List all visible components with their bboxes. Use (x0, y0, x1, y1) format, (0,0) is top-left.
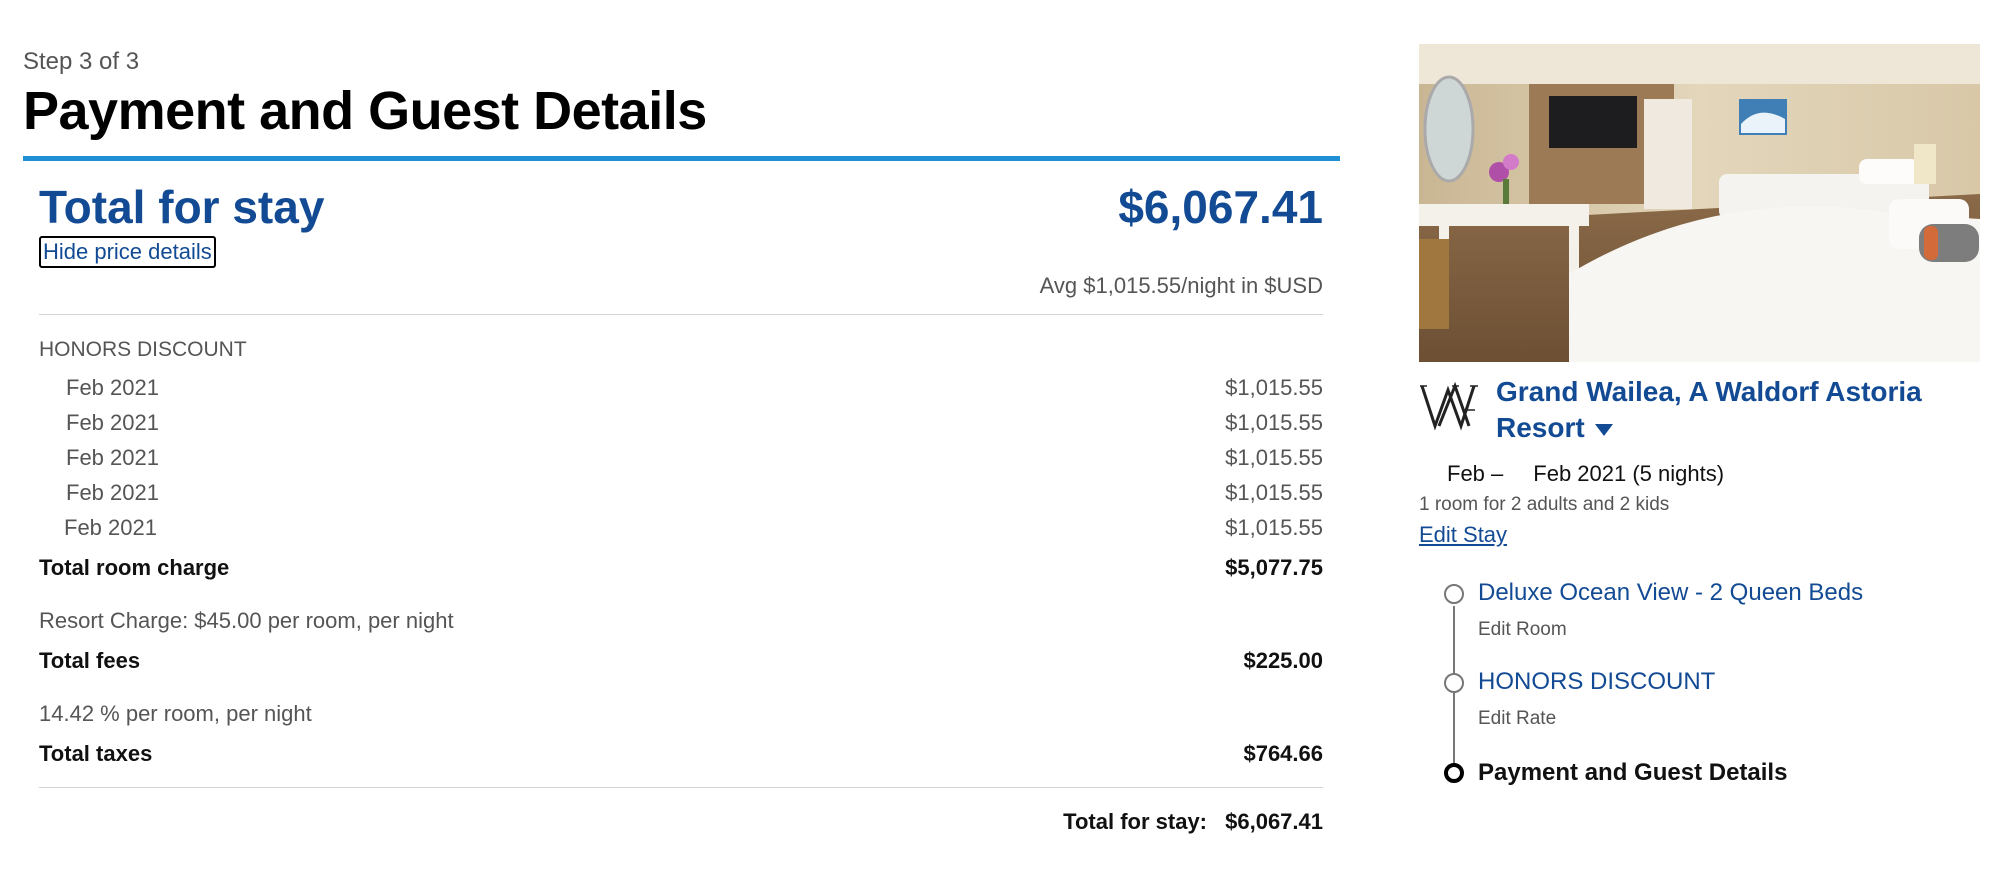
nightly-rate-row: Feb 2021 $1,015.55 (39, 480, 1323, 508)
night-price: $1,015.55 (1225, 515, 1323, 540)
total-for-stay-amount: $6,067.41 (1118, 181, 1323, 233)
stay-dates: Feb – Feb 2021 (5 nights) (1447, 461, 1724, 487)
completed-step-dot-icon (1444, 584, 1464, 604)
divider (39, 314, 1323, 315)
total-room-charge-value: $5,077.75 (1225, 555, 1323, 580)
night-date: Feb 2021 (66, 480, 159, 505)
hotel-room-photo (1419, 44, 1980, 362)
grand-total-label: Total for stay: (1063, 809, 1207, 834)
caret-down-icon[interactable] (1594, 423, 1613, 436)
title-divider (23, 156, 1340, 161)
waldorf-astoria-logo (1419, 380, 1479, 432)
night-date: Feb 2021 (64, 515, 157, 540)
edit-rate-link[interactable]: Edit Rate (1478, 708, 1556, 730)
night-date: Feb 2021 (66, 375, 159, 400)
step-indicator: Step 3 of 3 (23, 48, 140, 75)
resort-charge-note: Resort Charge: $45.00 per room, per nigh… (39, 608, 454, 633)
total-fees-row: Total fees $225.00 (39, 648, 1323, 674)
selected-rate-link[interactable]: HONORS DISCOUNT (1478, 668, 1715, 696)
nightly-rate-row: Feb 2021 $1,015.55 (39, 515, 1323, 543)
night-price: $1,015.55 (1225, 375, 1323, 400)
selected-room-link[interactable]: Deluxe Ocean View - 2 Queen Beds (1478, 579, 1863, 607)
divider (39, 787, 1323, 788)
night-date: Feb 2021 (66, 445, 159, 470)
total-for-stay-heading: Total for stay (39, 181, 325, 233)
total-fees-label: Total fees (39, 648, 141, 673)
rate-plan-name: HONORS DISCOUNT (39, 338, 247, 361)
hotel-name-dropdown[interactable]: Grand Wailea, A Waldorf Astoria Resort (1496, 374, 1976, 446)
stay-date-start: Feb – (1447, 461, 1504, 486)
tax-rate-note: 14.42 % per room, per night (39, 701, 312, 726)
night-date: Feb 2021 (66, 410, 159, 435)
grand-total-row: Total for stay: $6,067.41 (1063, 809, 1323, 835)
hide-price-details-button[interactable]: Hide price details (39, 236, 216, 268)
room-guest-summary: 1 room for 2 adults and 2 kids (1419, 494, 1670, 515)
edit-room-link[interactable]: Edit Room (1478, 619, 1567, 641)
hotel-name[interactable]: Grand Wailea, A Waldorf Astoria Resort (1496, 376, 1922, 443)
nightly-rate-row: Feb 2021 $1,015.55 (39, 410, 1323, 438)
total-room-charge-label: Total room charge (39, 555, 230, 580)
current-step-dot-icon (1444, 763, 1464, 783)
nightly-rate-row: Feb 2021 $1,015.55 (39, 375, 1323, 403)
night-price: $1,015.55 (1225, 410, 1323, 435)
current-step-label: Payment and Guest Details (1478, 759, 1788, 786)
night-price: $1,015.55 (1225, 445, 1323, 470)
grand-total-value: $6,067.41 (1225, 809, 1323, 834)
average-nightly-rate: Avg $1,015.55/night in $USD (1039, 273, 1323, 298)
total-fees-value: $225.00 (1243, 648, 1323, 673)
completed-step-dot-icon (1444, 673, 1464, 693)
total-taxes-value: $764.66 (1243, 741, 1323, 766)
stay-date-end: Feb 2021 (5 nights) (1533, 461, 1725, 486)
total-taxes-label: Total taxes (39, 741, 153, 766)
total-taxes-row: Total taxes $764.66 (39, 741, 1323, 767)
edit-stay-link[interactable]: Edit Stay (1419, 522, 1507, 548)
night-price: $1,015.55 (1225, 480, 1323, 505)
page-title: Payment and Guest Details (23, 81, 707, 141)
nightly-rate-row: Feb 2021 $1,015.55 (39, 445, 1323, 473)
total-room-charge-row: Total room charge $5,077.75 (39, 555, 1323, 581)
